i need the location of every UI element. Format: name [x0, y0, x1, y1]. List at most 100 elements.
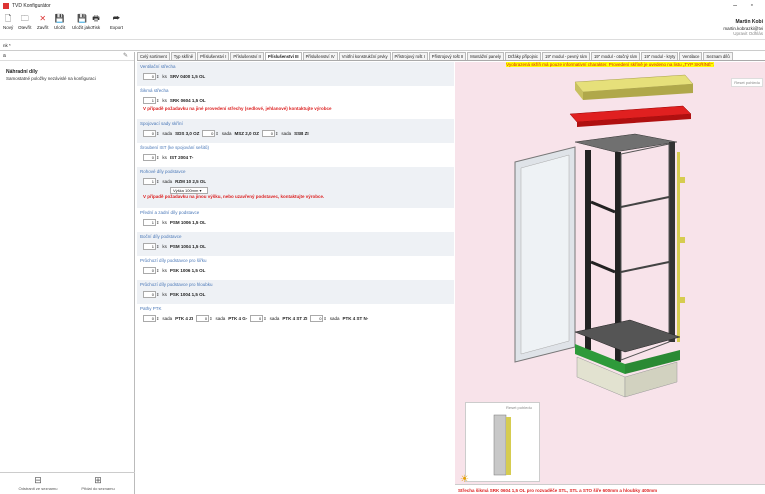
novy-button[interactable]: 🗋 Nový	[3, 13, 13, 30]
add-to-list-button[interactable]: ⊞ Přidat do seznamu	[68, 475, 128, 491]
tab-drzaky-pripojnic[interactable]: Držáky přípojnic	[504, 52, 541, 60]
quantity-stepper[interactable]: 0	[143, 290, 156, 298]
otevrit-icon: 🗀	[20, 14, 29, 23]
left-search[interactable]: a ✎	[0, 52, 134, 61]
section-label: Ventilační střecha	[140, 64, 176, 69]
selected-part-description: Střecha šikmá SRK 0604 1,5 OL pro rozvad…	[455, 484, 765, 494]
address-bar[interactable]: nk *	[0, 41, 765, 51]
warning-text: V případě požadavku na jinou výšku, nebo…	[143, 194, 325, 199]
section-label: Boční díly podstavce	[140, 234, 182, 239]
app-icon	[3, 3, 9, 9]
tisk-button[interactable]: 🖶 Tisk	[92, 13, 100, 30]
tab-prislusenstvi-i[interactable]: Příslušenství I	[197, 52, 230, 60]
section-sroubeni-ist-ke-spojovani-sesitu: Šroubení IST (ke spojování sešitů) 0 ⇕ ks IS…	[137, 143, 454, 167]
tab-prislusenstvi-iv[interactable]: Příslušenství IV	[302, 52, 338, 60]
tab-19-modul-kryty[interactable]: 19" modul - kryty	[641, 52, 679, 60]
section-pathy-ptk: Pathy PTK 0 ⇕ sada PTK 4 ZI 0 ⇕ sada PTK 4 G- 0 ⇕ s…	[137, 304, 454, 328]
door-glass	[520, 154, 570, 355]
spinner-arrows-icon[interactable]: ⇕	[156, 268, 159, 273]
zavrit-button[interactable]: ✕ Zavřít	[37, 13, 49, 30]
tab-19-modul-pevny-ram[interactable]: 19" modul - pevný rám	[541, 52, 590, 60]
tab-vnitrni-konstrukcni-prvky[interactable]: Vnitřní konstrukční prvky	[338, 52, 391, 60]
quantity-stepper[interactable]: 0	[143, 129, 156, 137]
quantity-stepper[interactable]: 0	[143, 72, 156, 80]
spinner-arrows-icon[interactable]: ⇕	[263, 316, 266, 321]
section-pruchozi-dily-podstavce-pro-sirku: Průchozí díly podstavce pro šířku 0 ⇕ ks PSK…	[137, 256, 454, 280]
remove-from-list-button[interactable]: ⊟ Odstranit ze seznamu	[8, 475, 68, 491]
quantity-stepper[interactable]: 0	[250, 314, 264, 322]
frame-bar	[620, 196, 670, 208]
quantity-stepper[interactable]: 0	[262, 129, 276, 137]
spinner-arrows-icon[interactable]: ⇕	[275, 131, 278, 136]
unit-label: ks	[162, 267, 167, 273]
section-sikma-strecha: Šikmá střecha 1 ⇕ ks SRK 0604 1,5 OL V případ…	[137, 86, 454, 119]
spinner-arrows-icon[interactable]: ⇕	[156, 98, 159, 103]
part-code: MSZ 2,0 OZ	[234, 130, 260, 136]
section-label: Přední a zadní díly podstavce	[140, 210, 200, 215]
tab-prislusenstvi-ii[interactable]: Příslušenství II	[230, 52, 264, 60]
export-button[interactable]: ⮫ Export	[110, 13, 123, 30]
tab-prislusenstvi-iii[interactable]: Příslušenství III	[264, 52, 302, 60]
tab-cely-sortiment[interactable]: Celý sortiment	[137, 52, 170, 60]
unit-label: ks	[162, 219, 167, 225]
unit-label: sada	[329, 315, 340, 321]
quantity-stepper[interactable]: 0	[310, 314, 324, 322]
part-row: 0 ⇕ ks SRV 0400 1,5 OL	[137, 70, 454, 82]
quantity-stepper[interactable]: 1	[143, 177, 156, 185]
spinner-arrows-icon[interactable]: ⇕	[156, 244, 159, 249]
tab-pristrojovy-rost-ii[interactable]: Přístrojový rošt II	[428, 52, 467, 60]
maximize-button[interactable]: ▫	[751, 2, 753, 9]
section-label: Spojovací sady skříní	[140, 121, 183, 126]
spinner-arrows-icon[interactable]: ⇕	[156, 292, 159, 297]
section-ventilacni-strecha: Ventilační střecha 0 ⇕ ks SRV 0400 1,5 OL	[137, 62, 454, 86]
part-row: 0 ⇕ ks IST 2004 T-	[137, 151, 454, 163]
quantity-stepper[interactable]: 0	[143, 266, 156, 274]
tab-seznam-dilu[interactable]: Seznam dílů	[703, 52, 733, 60]
part-code: PTK 4 G-	[228, 315, 248, 321]
quantity-stepper[interactable]: 0	[143, 314, 156, 322]
ulozit-jako-button[interactable]: 💾 Uložit jako	[72, 13, 93, 30]
unit-label: sada	[269, 315, 280, 321]
quantity-stepper[interactable]: 0	[196, 314, 210, 322]
thumbnail-view[interactable]: Reset pohledu	[465, 402, 540, 482]
quantity-stepper[interactable]: 0	[143, 153, 156, 161]
unit-label: sada	[281, 130, 292, 136]
pencil-icon[interactable]: ✎	[123, 52, 128, 59]
spinner-arrows-icon[interactable]: ⇕	[323, 316, 326, 321]
bracket-clip	[679, 177, 685, 183]
title-bar: TVD Konfigurátor – ▫	[0, 0, 765, 12]
thumb-reset-button[interactable]: Reset pohledu	[506, 405, 532, 410]
ulozit-jako-icon: 💾	[77, 14, 88, 23]
quantity-stepper[interactable]: 0	[202, 129, 216, 137]
unit-label: sada	[162, 130, 173, 136]
user-links[interactable]: Upravit Odhlás	[723, 31, 763, 37]
part-code: PTK 4 ST N-	[342, 315, 369, 321]
spinner-arrows-icon[interactable]: ⇕	[215, 131, 218, 136]
left-footer: ⊟ Odstranit ze seznamu ⊞ Přidat do sezna…	[0, 472, 135, 494]
tab-pristrojovy-rost-i[interactable]: Přístrojový rošt I	[391, 52, 428, 60]
tab-19-modul-otocny-ram[interactable]: 19" modul - otočný rám	[590, 52, 641, 60]
spinner-arrows-icon[interactable]: ⇕	[156, 74, 159, 79]
tab-typ-skrine[interactable]: Typ skříně	[170, 52, 197, 60]
zavrit-icon: ✕	[39, 14, 47, 23]
unit-label: sada	[215, 315, 226, 321]
minimize-button[interactable]: –	[733, 2, 737, 9]
spinner-arrows-icon[interactable]: ⇕	[156, 179, 159, 184]
warning-text: V případě požadavku na jiné provedení st…	[143, 106, 332, 111]
otevrit-button[interactable]: 🗀 Otevřít	[18, 13, 32, 30]
height-select[interactable]: Výška 100mm ▾	[170, 187, 208, 194]
tab-montazni-panely[interactable]: Montážní panely	[467, 52, 504, 60]
part-row: 0 ⇕ sada PTK 4 ZI 0 ⇕ sada PTK 4 G- 0 ⇕ sada PTK 4 …	[137, 312, 454, 324]
quantity-stepper[interactable]: 1	[143, 96, 156, 104]
quantity-stepper[interactable]: 1	[143, 242, 156, 250]
spinner-arrows-icon[interactable]: ⇕	[156, 220, 159, 225]
ulozit-button[interactable]: 💾 Uložit	[54, 13, 65, 30]
toolbar: 🗋 Nový 🗀 Otevřít ✕ Zavřít 💾 Uložit 💾 Uložit jako 🖶…	[0, 13, 765, 40]
spinner-arrows-icon[interactable]: ⇕	[209, 316, 212, 321]
spinner-arrows-icon[interactable]: ⇕	[156, 155, 159, 160]
spinner-arrows-icon[interactable]: ⇕	[156, 316, 159, 321]
quantity-stepper[interactable]: 1	[143, 218, 156, 226]
3d-viewer[interactable]: Vyobrazená skříň má pouze informativní c…	[455, 62, 765, 494]
tab-ventilace[interactable]: Ventilace	[679, 52, 703, 60]
spinner-arrows-icon[interactable]: ⇕	[156, 131, 159, 136]
